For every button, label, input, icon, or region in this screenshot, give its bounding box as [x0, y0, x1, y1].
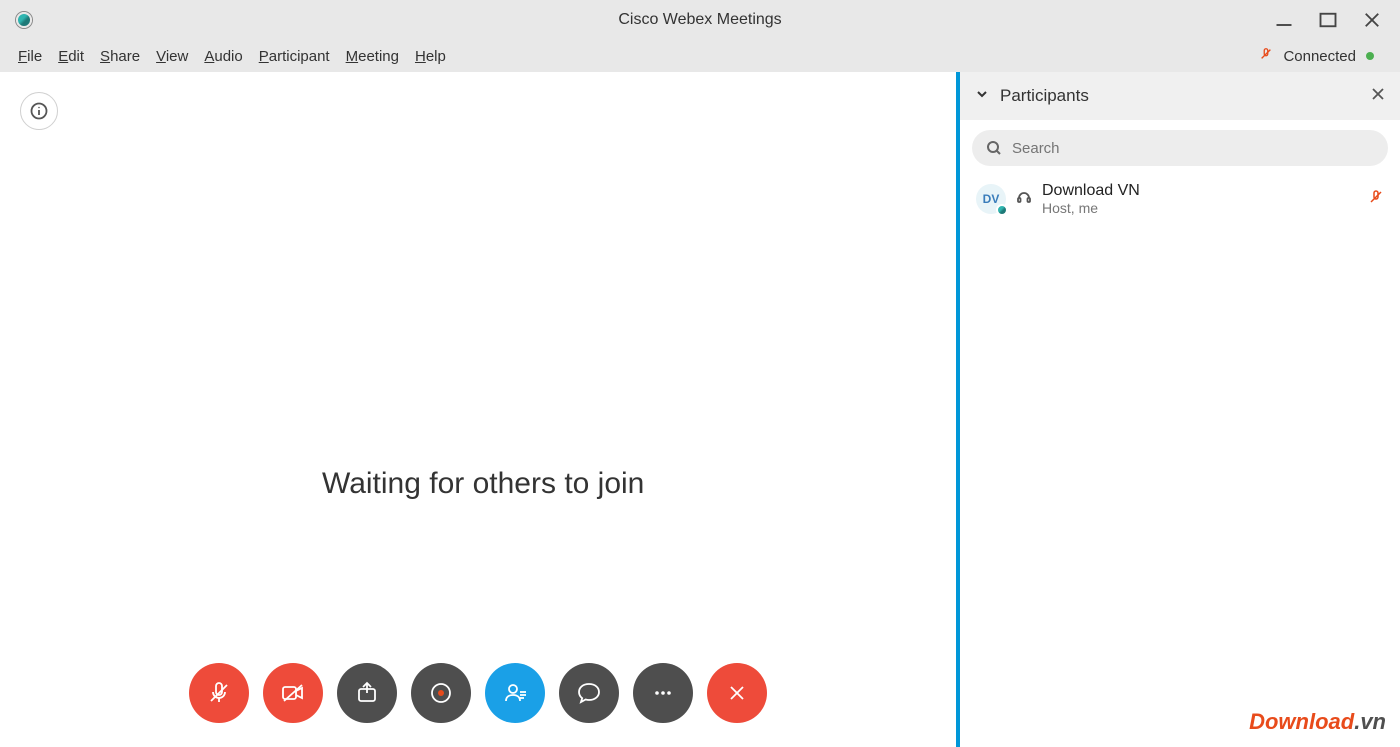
menu-edit[interactable]: Edit	[50, 44, 92, 69]
window-controls	[1274, 10, 1400, 30]
more-button[interactable]	[633, 663, 693, 723]
watermark-main: Download	[1249, 709, 1354, 734]
menu-participant[interactable]: Participant	[251, 44, 338, 69]
participant-role: Host, me	[1042, 200, 1358, 216]
app-icon	[16, 12, 32, 28]
avatar-initials: DV	[983, 192, 1000, 206]
menu-audio[interactable]: Audio	[196, 44, 250, 69]
menu-bar: File Edit Share View Audio Participant M…	[0, 40, 1400, 72]
presence-icon	[996, 204, 1008, 216]
maximize-button[interactable]	[1318, 10, 1338, 30]
watermark: Download.vn	[1249, 709, 1386, 735]
headset-icon	[1016, 189, 1032, 210]
minimize-button[interactable]	[1274, 10, 1294, 30]
title-bar: Cisco Webex Meetings	[0, 0, 1400, 40]
mic-muted-icon	[1259, 47, 1273, 66]
participant-info: Download VN Host, me	[1042, 182, 1358, 216]
search-box[interactable]	[972, 130, 1388, 166]
participants-panel: Participants DV Download VN Host, me	[960, 72, 1400, 747]
search-container	[960, 120, 1400, 176]
connection-label: Connected	[1283, 48, 1356, 65]
panel-close-button[interactable]	[1370, 86, 1386, 107]
close-button[interactable]	[1362, 10, 1382, 30]
menu-share[interactable]: Share	[92, 44, 148, 69]
mute-button[interactable]	[189, 663, 249, 723]
participants-button[interactable]	[485, 663, 545, 723]
video-button[interactable]	[263, 663, 323, 723]
menu-file[interactable]: File	[10, 44, 50, 69]
watermark-suffix: .vn	[1354, 709, 1386, 734]
video-area: Waiting for others to join	[0, 72, 956, 747]
record-button[interactable]	[411, 663, 471, 723]
avatar: DV	[976, 184, 1006, 214]
search-icon	[986, 140, 1002, 156]
menu-meeting[interactable]: Meeting	[338, 44, 407, 69]
participant-row[interactable]: DV Download VN Host, me	[960, 176, 1400, 222]
end-meeting-button[interactable]	[707, 663, 767, 723]
meeting-controls	[189, 663, 767, 723]
share-button[interactable]	[337, 663, 397, 723]
participant-name: Download VN	[1042, 182, 1358, 200]
panel-header: Participants	[960, 72, 1400, 120]
waiting-message: Waiting for others to join	[322, 467, 644, 501]
menu-help[interactable]: Help	[407, 44, 454, 69]
chat-button[interactable]	[559, 663, 619, 723]
participant-mic-muted-icon	[1368, 189, 1384, 210]
info-button[interactable]	[20, 92, 58, 130]
menu-view[interactable]: View	[148, 44, 196, 69]
chevron-down-icon[interactable]	[974, 86, 990, 107]
connection-dot-icon	[1366, 52, 1374, 60]
window-title: Cisco Webex Meetings	[618, 11, 781, 29]
connection-status: Connected	[1259, 47, 1390, 66]
search-input[interactable]	[1012, 140, 1374, 157]
panel-title: Participants	[1000, 86, 1360, 106]
